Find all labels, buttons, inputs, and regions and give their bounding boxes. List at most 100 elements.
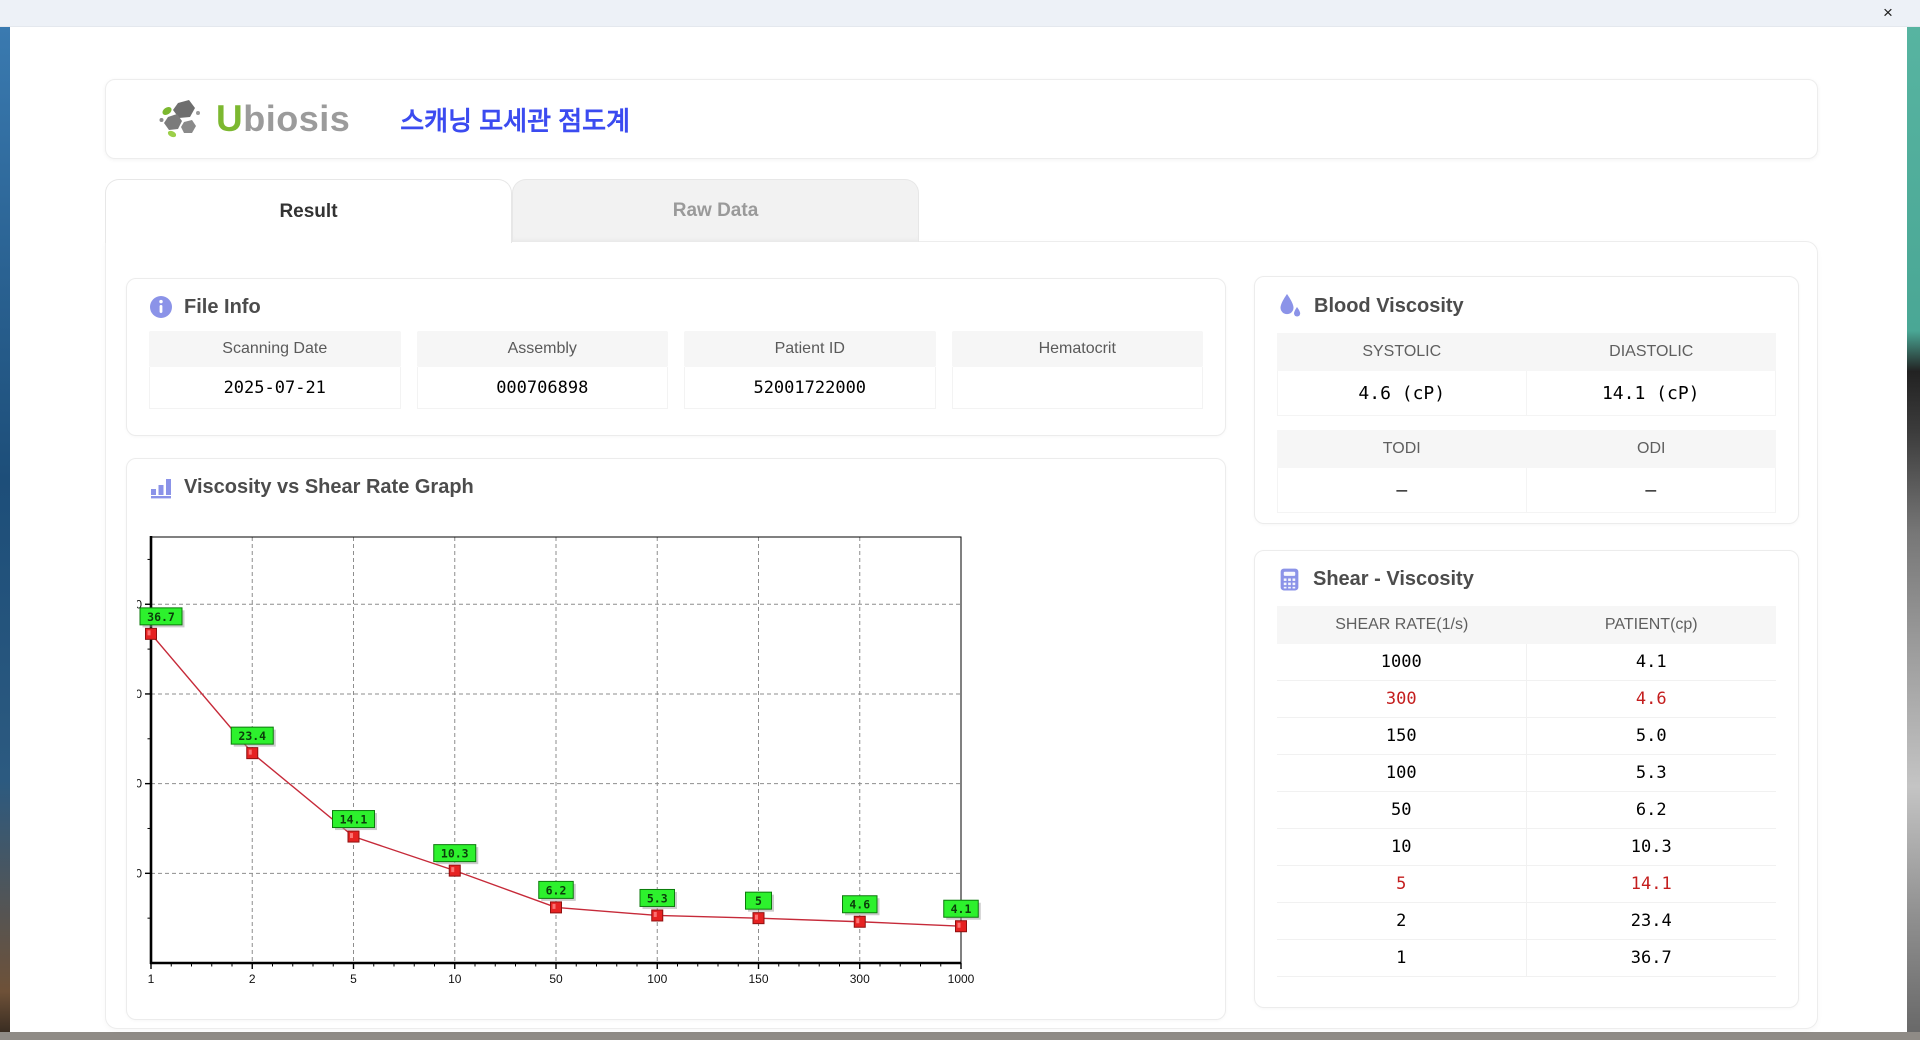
data-point-marker — [246, 747, 259, 760]
shear-table-row: 300 4.6 — [1277, 681, 1776, 718]
data-point-label: 23.4 — [238, 729, 266, 743]
blood-viscosity-tables: SYSTOLIC DIASTOLIC 4.6 (cP) 14.1 (cP) TODI OD… — [1255, 333, 1798, 513]
file-info-field-label: Scanning Date — [149, 331, 401, 367]
shear-viscosity-title-row: Shear - Viscosity — [1255, 551, 1798, 602]
file-info-field-value — [951, 367, 1203, 409]
blood-viscosity-header: SYSTOLIC — [1277, 333, 1527, 371]
file-info-field-label: Patient ID — [684, 331, 936, 367]
x-tick-label: 5 — [350, 972, 357, 986]
x-tick-label: 100 — [647, 972, 667, 986]
shear-table-row: 10 10.3 — [1277, 829, 1776, 866]
shear-table-row: 150 5.0 — [1277, 718, 1776, 755]
shear-rate-cell: 1000 — [1277, 644, 1527, 680]
tab-content: File Info Scanning Date 2025-07-21 Assembl… — [105, 241, 1818, 1029]
x-tick-label: 10 — [448, 972, 462, 986]
x-tick-label: 50 — [549, 972, 563, 986]
blood-viscosity-header: DIASTOLIC — [1526, 333, 1776, 371]
file-info-field-value: 000706898 — [416, 367, 668, 409]
file-info-title: File Info — [184, 295, 261, 318]
y-tick-label: 30 — [137, 687, 142, 701]
tab-result[interactable]: Result — [105, 179, 512, 243]
info-icon — [150, 296, 172, 318]
patient-viscosity-cell: 36.7 — [1630, 948, 1672, 968]
blood-viscosity-header: ODI — [1526, 430, 1776, 468]
desktop-edge-bottom — [0, 1032, 1920, 1040]
y-tick-label: 20 — [137, 777, 142, 791]
patient-viscosity-cell: 4.1 — [1635, 652, 1667, 672]
patient-viscosity-cell: 14.1 — [1630, 874, 1672, 894]
viscosity-graph-panel: Viscosity vs Shear Rate Graph 1 2 5 10 50 100… — [126, 458, 1226, 1020]
blood-viscosity-value: – — [1526, 468, 1776, 513]
patient-column-header: PATIENT(cp) — [1604, 616, 1698, 633]
x-tick-label: 1 — [148, 972, 155, 986]
file-info-field-label: Hematocrit — [951, 331, 1203, 367]
shear-rate-cell: 1 — [1277, 940, 1527, 976]
shear-table-row: 1000 4.1 — [1277, 644, 1776, 681]
shear-table-row: 1 36.7 — [1277, 940, 1776, 977]
shear-table-row: 100 5.3 — [1277, 755, 1776, 792]
shear-table-body: 1000 4.1 300 4.6 150 5.0 100 5.3 50 6.2 10 10.3 5 14.… — [1277, 644, 1776, 977]
shear-rate-cell: 2 — [1277, 903, 1527, 939]
data-point-marker — [347, 830, 360, 843]
shear-rate-cell: 10 — [1277, 829, 1527, 865]
blood-viscosity-header: TODI — [1277, 430, 1527, 468]
app-window: Ubiosis 스캐닝 모세관 점도계 Result Raw Data File… — [10, 27, 1907, 1032]
data-point-label: 4.6 — [849, 898, 870, 912]
patient-viscosity-cell: 6.2 — [1635, 800, 1667, 820]
ubiosis-logo-icon — [159, 100, 200, 138]
calculator-icon — [1280, 568, 1299, 591]
window-titlebar: × — [0, 0, 1920, 27]
file-info-field: Hematocrit — [951, 331, 1203, 409]
file-info-field-value: 52001722000 — [684, 367, 936, 409]
shear-viscosity-table: SHEAR RATE(1/s) PATIENT(cp) 1000 4.1 300 4.… — [1277, 606, 1776, 977]
data-point-marker — [145, 627, 157, 640]
blood-viscosity-table: TODI ODI – – — [1277, 430, 1776, 513]
file-info-field: Assembly 000706898 — [416, 331, 668, 409]
file-info-field-value: 2025-07-21 — [149, 367, 401, 409]
bar-chart-icon — [151, 479, 171, 499]
tab-raw-data[interactable]: Raw Data — [512, 179, 919, 242]
data-point-marker — [651, 909, 664, 922]
shear-table-row: 2 23.4 — [1277, 903, 1776, 940]
data-point-marker — [550, 901, 562, 914]
ubiosis-logo: Ubiosis — [158, 97, 350, 141]
file-info-field: Patient ID 52001722000 — [684, 331, 936, 409]
shear-rate-cell: 5 — [1277, 866, 1527, 902]
patient-viscosity-cell: 23.4 — [1630, 911, 1672, 931]
patient-viscosity-cell: 5.3 — [1635, 763, 1667, 783]
data-point-marker — [448, 864, 461, 877]
header-card: Ubiosis 스캐닝 모세관 점도계 — [105, 79, 1818, 159]
desktop-edge-right — [1907, 27, 1920, 1040]
close-icon[interactable]: × — [1876, 2, 1900, 24]
data-point-label: 36.7 — [147, 610, 175, 624]
data-point-label: 5.3 — [647, 891, 668, 905]
desktop-edge-left — [0, 27, 10, 1032]
blood-viscosity-title: Blood Viscosity — [1314, 294, 1464, 317]
graph-title: Viscosity vs Shear Rate Graph — [184, 475, 474, 498]
shear-rate-cell: 300 — [1277, 681, 1527, 717]
data-point-marker — [955, 920, 967, 933]
app-title-korean: 스캐닝 모세관 점도계 — [400, 105, 630, 136]
x-tick-label: 150 — [748, 972, 768, 986]
shear-viscosity-panel: Shear - Viscosity SHEAR RATE(1/s) PATIEN… — [1254, 550, 1799, 1008]
blood-viscosity-title-row: Blood Viscosity — [1255, 277, 1798, 329]
shear-rate-cell: 150 — [1277, 718, 1527, 754]
blood-viscosity-value: – — [1277, 468, 1527, 513]
x-tick-label: 2 — [249, 972, 256, 986]
graph-title-row: Viscosity vs Shear Rate Graph — [127, 459, 1225, 509]
file-info-panel: File Info Scanning Date 2025-07-21 Assembl… — [126, 278, 1226, 436]
tab-bar: Result Raw Data — [105, 179, 919, 243]
patient-viscosity-cell: 5.0 — [1635, 726, 1667, 746]
shear-rate-column-header: SHEAR RATE(1/s) — [1335, 616, 1469, 633]
shear-viscosity-title: Shear - Viscosity — [1313, 568, 1474, 590]
blood-viscosity-value: 4.6 (cP) — [1277, 371, 1527, 416]
patient-viscosity-cell: 4.6 — [1635, 689, 1667, 709]
blood-drop-icon — [1280, 294, 1301, 317]
blood-viscosity-table: SYSTOLIC DIASTOLIC 4.6 (cP) 14.1 (cP) — [1277, 333, 1776, 416]
file-info-field-label: Assembly — [416, 331, 668, 367]
y-tick-label: 10 — [137, 866, 142, 880]
shear-rate-cell: 50 — [1277, 792, 1527, 828]
data-point-label: 4.1 — [951, 902, 972, 916]
x-tick-label: 1000 — [948, 972, 975, 986]
data-point-label: 6.2 — [546, 883, 567, 897]
